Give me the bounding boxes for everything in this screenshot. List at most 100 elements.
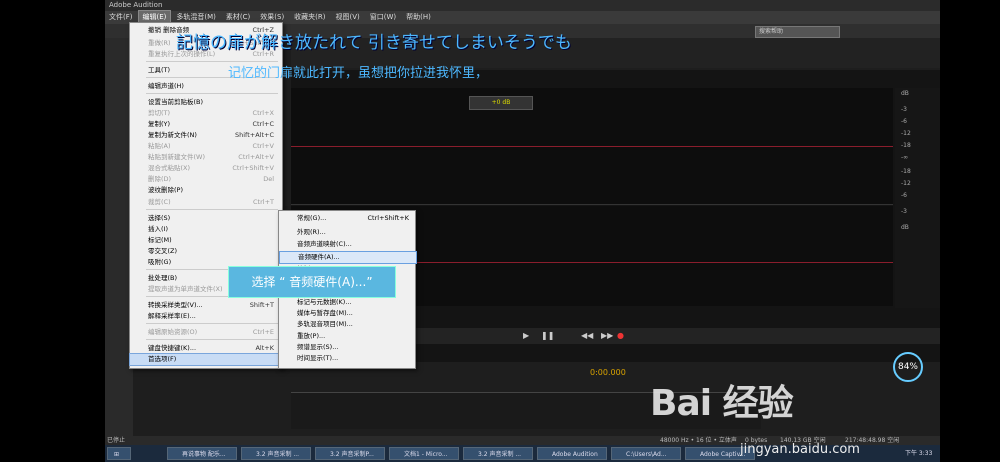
menu-item-label: 粘贴(A) [148, 142, 171, 150]
edit-menu-item[interactable]: 波纹删除(P) [130, 185, 282, 196]
menu-item-label: 解释采样率(E)... [148, 312, 196, 320]
menu-help[interactable]: 帮助(H) [402, 11, 435, 24]
menu-item-label: 重做(R) [148, 39, 171, 47]
taskbar-item[interactable]: 文档1 - Micro... [389, 447, 459, 460]
menu-item-label: 标记(M) [148, 236, 172, 244]
preferences-item[interactable]: 多轨混音项目(M)... [279, 319, 415, 330]
menu-window[interactable]: 窗口(W) [366, 11, 400, 24]
edit-menu-item[interactable]: 首选项(F) [129, 353, 283, 366]
taskbar-item[interactable]: 3.2 声音采制P... [315, 447, 385, 460]
menu-separator [146, 339, 278, 340]
fast-forward-icon[interactable]: ▶▶ [601, 331, 613, 340]
menu-item-label: 剪切(T) [148, 109, 171, 117]
db-tick: -3 [901, 208, 907, 215]
menu-item-shortcut: Del [263, 175, 274, 183]
menu-item-label: 混合式粘贴(X) [148, 164, 191, 172]
edit-menu-item[interactable]: 选择(S) [130, 213, 282, 224]
cpu-usage-badge: 84% [893, 352, 923, 382]
preferences-item[interactable]: 音频声道映射(C)... [279, 239, 415, 250]
menu-item-label: 媒体与暂存盘(M)... [297, 309, 353, 317]
timecode-display: 0:00.000 [590, 368, 626, 377]
db-tick: -6 [901, 192, 907, 199]
menu-item-label: 音频声道映射(C)... [297, 240, 352, 248]
title-bar: Adobe Audition [105, 0, 940, 11]
menu-favorites[interactable]: 收藏夹(R) [290, 11, 329, 24]
edit-menu-item[interactable]: 设置当前剪贴板(B) [130, 97, 282, 108]
menu-item-shortcut: Ctrl+C [252, 120, 274, 128]
edit-menu-item[interactable]: 标记(M) [130, 235, 282, 246]
subtitle-chinese: 记忆的门扉就此打开，虽想把你拉进我怀里， [228, 66, 489, 81]
baidu-url: jingyan.baidu.com [740, 442, 860, 457]
taskbar-item[interactable]: 再说事物 配乐... [167, 447, 237, 460]
db-tick: -12 [901, 130, 911, 137]
preferences-item[interactable]: 常规(G)... Ctrl+Shift+K [279, 213, 415, 224]
menu-view[interactable]: 视图(V) [332, 11, 364, 24]
menu-item-label: 编辑原始资源(O) [148, 328, 198, 336]
start-button[interactable]: ⊞ [107, 447, 131, 460]
edit-menu-item: 混合式粘贴(X) Ctrl+Shift+V [130, 163, 282, 174]
menu-item-shortcut: Ctrl+T [253, 198, 274, 206]
edit-menu-item: 删除(D) Del [130, 174, 282, 185]
menu-item-shortcut: Ctrl+V [252, 142, 274, 150]
track-left: +0 dB [291, 88, 893, 205]
db-tick: -6 [901, 118, 907, 125]
menu-item-label: 吸附(G) [148, 258, 172, 266]
preferences-item[interactable]: 频谱显示(S)... [279, 342, 415, 353]
menu-item-label: 首选项(F) [148, 355, 177, 363]
menu-item-label: 时间显示(T)... [297, 354, 339, 362]
db-label: dB [901, 90, 909, 97]
menu-item-label: 提取声道为单声道文件(X) [148, 285, 223, 293]
menu-separator [146, 209, 278, 210]
menu-item-shortcut: Shift+T [249, 301, 274, 309]
clock: 下午 3:33 [905, 450, 933, 457]
status-state: 已停止 [107, 437, 126, 444]
db-scale: dB -3 -6 -12 -18 -∞ -18 -12 -6 -3 dB [895, 88, 940, 308]
subtitle-japanese: 記憶の扉が解き放たれて 引き寄せてしまいそうでも [176, 33, 572, 53]
menu-item-label: 外观(R)... [297, 228, 326, 236]
edit-menu-item[interactable]: 复制为新文件(N) Shift+Alt+C [130, 130, 282, 141]
edit-menu-item[interactable]: 插入(I) [130, 224, 282, 235]
rewind-icon[interactable]: ◀◀ [581, 331, 593, 340]
menu-item-label: 多轨混音项目(M)... [297, 320, 353, 328]
edit-menu-item[interactable]: 零交叉(Z) [130, 246, 282, 257]
menu-item-label: 编辑声道(H) [148, 82, 184, 90]
menu-item-label: 复制(Y) [148, 120, 171, 128]
edit-menu-item[interactable]: 编辑声道(H) [130, 81, 282, 92]
menu-item-shortcut: Alt+K [255, 344, 274, 352]
record-icon[interactable]: ● [617, 331, 624, 340]
menu-item-shortcut: Ctrl+Alt+V [238, 153, 274, 161]
preferences-item[interactable]: 标记与元数据(K)... [279, 297, 415, 308]
menu-item-label: 删除(D) [148, 175, 172, 183]
taskbar-item[interactable]: Adobe Audition [537, 447, 607, 460]
preferences-item[interactable]: 时间显示(T)... [279, 353, 415, 364]
preferences-item[interactable]: 媒体与暂存盘(M)... [279, 308, 415, 319]
db-tick: -3 [901, 106, 907, 113]
pause-icon[interactable]: ❚❚ [541, 331, 554, 340]
edit-menu-item[interactable]: 解释采样率(E)... [130, 311, 282, 322]
menu-item-label: 裁剪(C) [148, 198, 171, 206]
menu-item-label: 常规(G)... [297, 214, 327, 222]
taskbar-item[interactable]: 3.2 声音采制 ... [241, 447, 311, 460]
edit-menu-item[interactable]: 复制(Y) Ctrl+C [130, 119, 282, 130]
edit-menu-item[interactable]: 转换采样类型(V)... Shift+T [130, 300, 282, 311]
preferences-item[interactable]: 重放(P)... [279, 331, 415, 342]
preferences-item[interactable]: 音频硬件(A)... [279, 251, 417, 264]
edit-menu-item: 裁剪(C) Ctrl+T [130, 197, 282, 208]
menu-item-label: 转换采样类型(V)... [148, 301, 203, 309]
play-icon[interactable]: ▶ [523, 331, 529, 340]
baidu-watermark: Bai 经验 [650, 383, 794, 424]
taskbar-item[interactable]: 3.2 声音采制 ... [463, 447, 533, 460]
taskbar-item[interactable]: C:\Users\Ad... [611, 447, 681, 460]
db-tick: -12 [901, 180, 911, 187]
volume-hud[interactable]: +0 dB [469, 96, 533, 110]
menu-item-shortcut: Ctrl+Shift+V [232, 164, 274, 172]
menu-item-label: 重放(P)... [297, 332, 326, 340]
search-input[interactable]: 搜索帮助 [755, 26, 840, 38]
menu-item-label: 标记与元数据(K)... [297, 298, 352, 306]
preferences-item[interactable]: 外观(R)... [279, 227, 415, 238]
menu-item-label: 插入(I) [148, 225, 168, 233]
menu-item-label: 批处理(B) [148, 274, 178, 282]
db-label: dB [901, 224, 909, 231]
edit-menu-item[interactable]: 键盘快捷键(K)... Alt+K [130, 343, 282, 354]
menu-item-shortcut: Ctrl+Shift+K [367, 214, 410, 222]
